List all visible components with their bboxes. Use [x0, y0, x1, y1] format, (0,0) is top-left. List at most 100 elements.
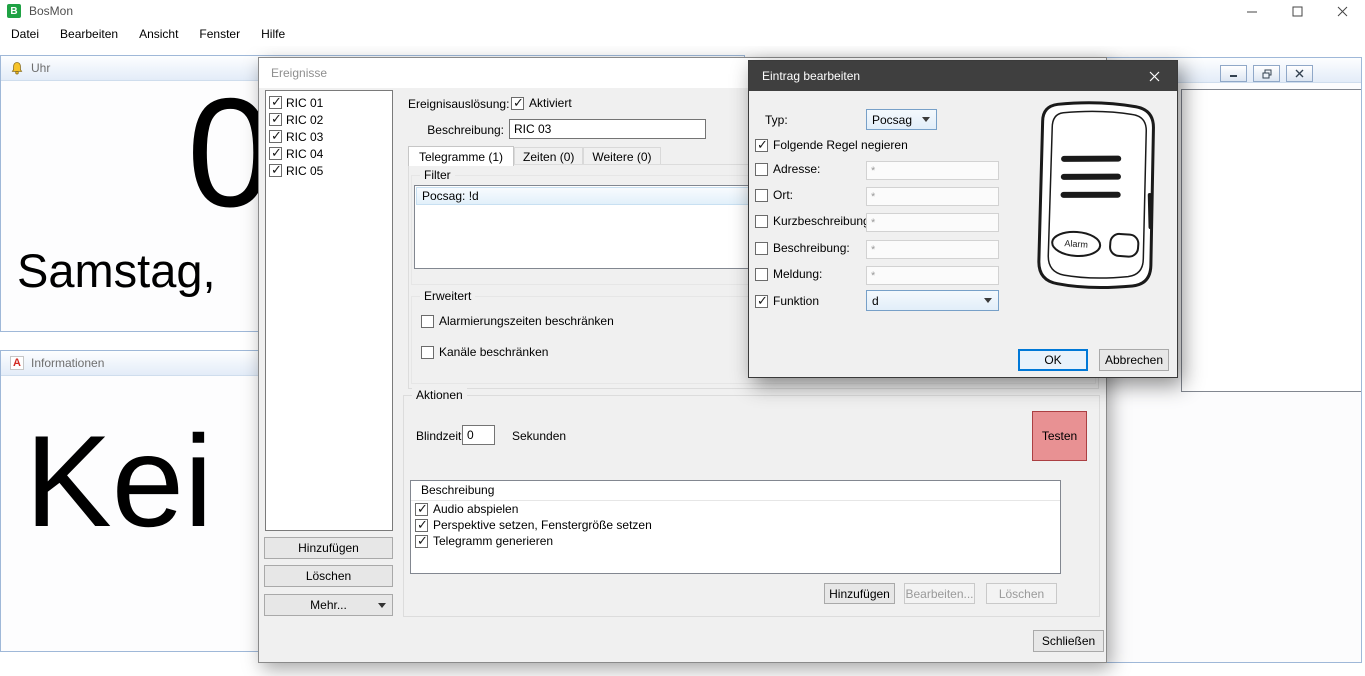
more-button-label: Mehr... [310, 598, 347, 612]
schliessen-button[interactable]: Schließen [1033, 630, 1104, 652]
close-icon [1149, 71, 1160, 82]
menu-ansicht[interactable]: Ansicht [131, 23, 186, 45]
app-icon: B [7, 4, 21, 18]
mdi-minimize-icon [1229, 69, 1238, 78]
channels-checkbox[interactable] [421, 346, 434, 359]
more-button[interactable]: Mehr... [264, 594, 393, 616]
alarm-times-checkbox[interactable] [421, 315, 434, 328]
list-item[interactable]: RIC 02 [266, 111, 392, 128]
ort-row: Ort: [755, 188, 793, 202]
menu-fenster[interactable]: Fenster [191, 23, 248, 45]
ric-checkbox[interactable] [269, 130, 282, 143]
menubar: Datei Bearbeiten Ansicht Fenster Hilfe [0, 22, 1365, 46]
list-item[interactable]: Audio abspielen [411, 501, 1060, 517]
ric-label: RIC 05 [286, 164, 323, 178]
mdi-close-icon [1295, 69, 1304, 78]
chevron-down-icon [922, 117, 930, 122]
adresse-checkbox[interactable] [755, 163, 768, 176]
background-window-list[interactable] [1181, 89, 1362, 392]
actions-list[interactable]: Beschreibung Audio abspielen Perspektive… [410, 480, 1061, 574]
list-item[interactable]: RIC 04 [266, 145, 392, 162]
bell-icon [10, 61, 24, 75]
action-label: Perspektive setzen, Fenstergröße setzen [433, 518, 652, 532]
list-item[interactable]: RIC 05 [266, 162, 392, 179]
tab-telegramme[interactable]: Telegramme (1) [408, 146, 514, 166]
mdi-restore-icon [1262, 69, 1272, 79]
tab-zeiten[interactable]: Zeiten (0) [514, 147, 583, 165]
close-button[interactable] [1320, 0, 1365, 22]
meldung-input [866, 266, 999, 285]
funktion-combobox[interactable]: d [866, 290, 999, 311]
mdi-restore-button[interactable] [1253, 65, 1280, 82]
tab-weitere[interactable]: Weitere (0) [583, 147, 660, 165]
negate-rule-checkbox[interactable] [755, 139, 768, 152]
ric-label: RIC 01 [286, 96, 323, 110]
funktion-row: Funktion [755, 294, 819, 308]
typ-value: Pocsag [872, 113, 912, 127]
edit-dialog-title: Eintrag bearbeiten [762, 69, 860, 83]
maximize-button[interactable] [1275, 0, 1320, 22]
menu-datei[interactable]: Datei [3, 23, 47, 45]
ok-button[interactable]: OK [1018, 349, 1088, 371]
kurzbeschreibung-checkbox[interactable] [755, 215, 768, 228]
add-action-button[interactable]: Hinzufügen [824, 583, 895, 604]
meldung-checkbox[interactable] [755, 268, 768, 281]
funktion-checkbox[interactable] [755, 295, 768, 308]
info-big-text: Kei [25, 416, 213, 546]
tab-strip: Telegramme (1) Zeiten (0) Weitere (0) [408, 145, 661, 165]
mdi-window-controls [1220, 65, 1313, 82]
list-item[interactable]: RIC 01 [266, 94, 392, 111]
trigger-label: Ereignisauslösung: [408, 97, 509, 111]
clock-date: Samstag, [17, 247, 216, 294]
delete-ric-button[interactable]: Löschen [264, 565, 393, 587]
typ-label: Typ: [765, 113, 788, 127]
mdi-close-button[interactable] [1286, 65, 1313, 82]
ort-input [866, 187, 999, 206]
list-item[interactable]: Telegramm generieren [411, 533, 1060, 549]
info-icon: A [10, 356, 24, 370]
testen-button[interactable]: Testen [1032, 411, 1087, 461]
alarm-times-label: Alarmierungszeiten beschränken [439, 314, 614, 328]
close-icon [1337, 6, 1348, 17]
maximize-icon [1292, 6, 1303, 17]
action-label: Audio abspielen [433, 502, 518, 516]
kurzbeschreibung-input [866, 213, 999, 232]
ric-checkbox[interactable] [269, 164, 282, 177]
kurzbeschreibung-row: Kurzbeschreibung: [755, 214, 873, 228]
list-item[interactable]: RIC 03 [266, 128, 392, 145]
aktiviert-checkbox[interactable] [511, 97, 524, 110]
menu-bearbeiten[interactable]: Bearbeiten [52, 23, 126, 45]
add-ric-button[interactable]: Hinzufügen [264, 537, 393, 559]
ric-listbox[interactable]: RIC 01 RIC 02 RIC 03 RIC 04 RIC 05 [265, 90, 393, 531]
beschreibung-label: Beschreibung: [773, 241, 850, 255]
minimize-button[interactable] [1230, 0, 1275, 22]
edit-dialog-close-button[interactable] [1132, 61, 1177, 91]
meldung-label: Meldung: [773, 267, 822, 281]
beschreibung-checkbox[interactable] [755, 242, 768, 255]
blindzeit-input[interactable] [462, 425, 495, 445]
typ-combobox[interactable]: Pocsag [866, 109, 937, 130]
trigger-checkbox-row: Aktiviert [511, 96, 572, 110]
ric-checkbox[interactable] [269, 147, 282, 160]
delete-action-button: Löschen [986, 583, 1057, 604]
description-input[interactable] [509, 119, 706, 139]
ric-label: RIC 04 [286, 147, 323, 161]
ort-label: Ort: [773, 188, 793, 202]
menu-hilfe[interactable]: Hilfe [253, 23, 293, 45]
main-titlebar: B BosMon [0, 0, 1365, 22]
ric-checkbox[interactable] [269, 113, 282, 126]
action-checkbox[interactable] [415, 519, 428, 532]
beschreibung-input [866, 240, 999, 259]
ric-checkbox[interactable] [269, 96, 282, 109]
action-checkbox[interactable] [415, 503, 428, 516]
abbrechen-button[interactable]: Abbrechen [1099, 349, 1169, 371]
list-item[interactable]: Perspektive setzen, Fenstergröße setzen [411, 517, 1060, 533]
mdi-minimize-button[interactable] [1220, 65, 1247, 82]
edit-dialog-titlebar[interactable]: Eintrag bearbeiten [749, 61, 1177, 91]
ort-checkbox[interactable] [755, 189, 768, 202]
beschreibung-row: Beschreibung: [755, 241, 850, 255]
channels-row: Kanäle beschränken [421, 345, 548, 359]
actions-list-header[interactable]: Beschreibung [411, 481, 1060, 501]
clock-window-title: Uhr [31, 61, 50, 75]
action-checkbox[interactable] [415, 535, 428, 548]
